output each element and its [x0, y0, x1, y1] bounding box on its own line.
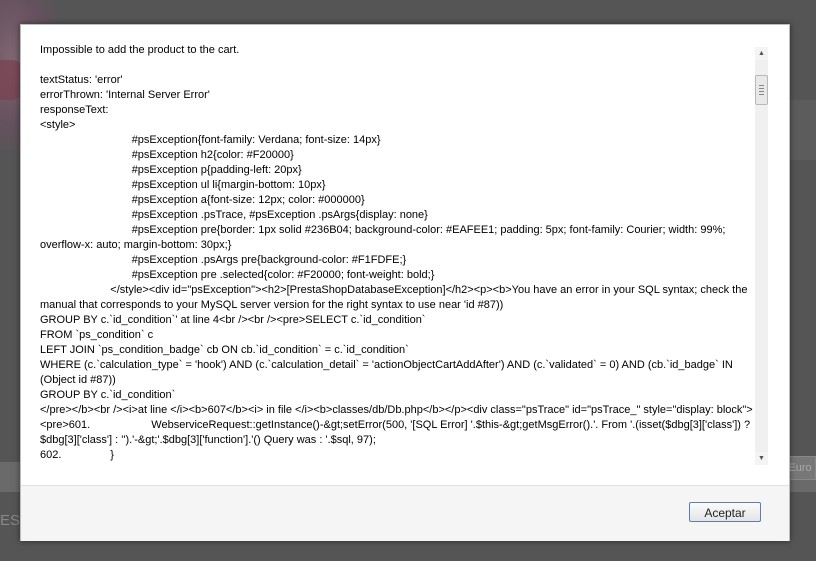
message-line: 602. } [40, 449, 114, 461]
dialog-content: Impossible to add the product to the car… [21, 25, 789, 470]
message-line: #psException ul li{margin-bottom: 10px} [40, 179, 326, 191]
message-line: errorThrown: 'Internal Server Error' [40, 89, 210, 101]
background-panel [786, 100, 816, 160]
message-line: #psException h2{color: #F20000} [40, 149, 294, 161]
message-line: #psException p{padding-left: 20px} [40, 164, 302, 176]
grip-line [759, 88, 764, 89]
message-line: FROM `ps_condition` c [40, 329, 154, 341]
message-line: #psException pre .selected{color: #F2000… [40, 269, 435, 281]
scroll-thumb[interactable] [755, 75, 768, 105]
scroll-down-icon[interactable]: ▼ [755, 452, 768, 465]
message-line: Impossible to add the product to the car… [40, 44, 240, 56]
grip-line [759, 85, 764, 86]
grip-line [759, 91, 764, 92]
message-line: #psException .psTrace, #psException .psA… [40, 209, 428, 221]
message-line: #psException .psArgs pre{background-colo… [40, 254, 407, 266]
message-line: <style> [40, 119, 76, 131]
message-line: GROUP BY c.`id_condition`' at line 4<br … [40, 314, 426, 326]
message-line: WHERE (c.`calculation_type` = 'hook') AN… [40, 359, 736, 386]
message-line: </style><div id="psException"><h2>[Prest… [40, 284, 751, 311]
scroll-up-icon[interactable]: ▲ [755, 47, 768, 60]
message-line: #psException pre{border: 1px solid #236B… [40, 224, 729, 251]
vertical-scrollbar[interactable]: ▲ ▼ [755, 47, 768, 465]
message-line: GROUP BY c.`id_condition` [40, 389, 176, 401]
message-line: LEFT JOIN `ps_condition_badge` cb ON cb.… [40, 344, 409, 356]
accept-button[interactable]: Aceptar [689, 502, 761, 522]
error-dialog: Impossible to add the product to the car… [20, 24, 790, 541]
message-line: #psException a{font-size: 12px; color: #… [40, 194, 365, 206]
message-line: #psException{font-family: Verdana; font-… [40, 134, 381, 146]
error-message: Impossible to add the product to the car… [40, 43, 753, 468]
message-line: </pre></b><br /><i>at line </i><b>607</b… [40, 404, 753, 446]
message-line [40, 58, 753, 73]
message-line: textStatus: 'error' [40, 74, 123, 86]
message-line: responseText: [40, 104, 109, 116]
grip-line [759, 94, 764, 95]
dialog-footer: Aceptar [21, 485, 789, 541]
background-text: ES [0, 512, 21, 529]
